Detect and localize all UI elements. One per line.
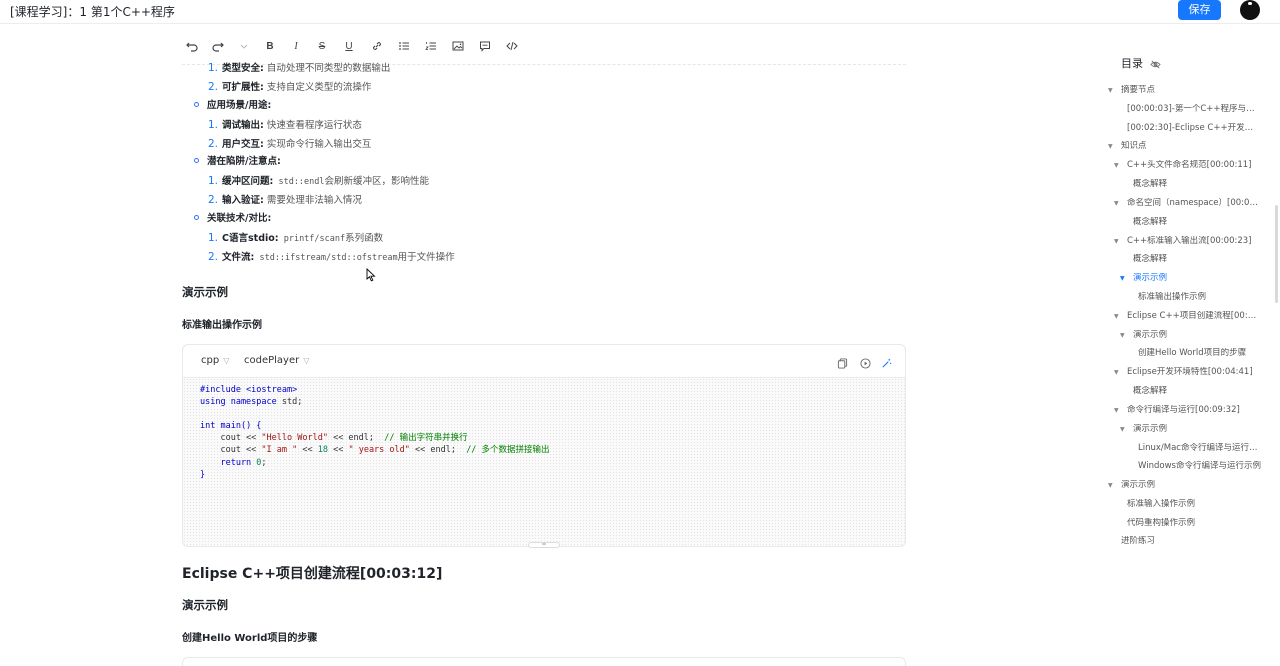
caret-down-icon[interactable]: ▼: [1114, 236, 1119, 247]
magic-icon[interactable]: [881, 354, 895, 368]
list-item: 2. 文件流: std::ifstream/std::ofstream用于文件操作: [208, 251, 455, 263]
top-bar: [课程学习]：1 第1个C++程序 保存: [0, 0, 1280, 24]
toc-item[interactable]: 概念解释: [1133, 217, 1263, 228]
code-block-header: cpp ▽ codePlayer ▽: [183, 345, 905, 378]
toc-item[interactable]: [00:02:30]-Eclipse C++开发环境…: [1127, 123, 1261, 134]
toc-item[interactable]: 知识点: [1121, 141, 1271, 152]
bullet-item: 关联技术/对比:: [194, 213, 271, 225]
code-icon[interactable]: [502, 36, 522, 56]
scrollbar[interactable]: [1275, 205, 1278, 303]
toc-item[interactable]: Linux/Mac命令行编译与运行…: [1138, 443, 1262, 454]
underline-icon[interactable]: U: [339, 36, 359, 56]
list-item: 1. 缓冲区问题: std::endl会刷新缓冲区，影响性能: [208, 175, 430, 187]
caret-down-icon[interactable]: ▼: [1114, 160, 1119, 171]
image-icon[interactable]: [448, 36, 468, 56]
ordered-list-icon[interactable]: [421, 36, 441, 56]
caret-down-icon[interactable]: ▼: [1114, 198, 1119, 209]
mouse-cursor-icon: [366, 268, 376, 282]
caret-down-icon[interactable]: ▼: [1114, 367, 1119, 378]
subsection-heading: 创建Hello World项目的步骤: [182, 633, 318, 644]
section-heading: Eclipse C++项目创建流程[00:03:12]: [182, 566, 443, 582]
toc-item[interactable]: 进阶练习: [1121, 536, 1271, 547]
toc-item[interactable]: 标准输出操作示例: [1138, 292, 1268, 303]
bullet-item: 潜在陷阱/注意点:: [194, 156, 281, 168]
list-item: 1. 类型安全: 自动处理不同类型的数据输出: [208, 62, 391, 74]
code-block[interactable]: [182, 657, 906, 666]
eye-off-icon[interactable]: [1150, 55, 1162, 69]
toc-item[interactable]: 概念解释: [1133, 386, 1263, 397]
chevron-down-icon: ▽: [303, 356, 310, 365]
toc-item[interactable]: Eclipse C++项目创建流程[00:03:…: [1127, 311, 1261, 322]
list-item: 2. 用户交互: 实现命令行输入输出交互: [208, 138, 372, 150]
list-item: 2. 输入验证: 需要处理非法输入情况: [208, 194, 362, 206]
list-item: 1. C语言stdio: printf/scanf系列函数: [208, 232, 384, 244]
language-select[interactable]: cpp ▽: [201, 355, 229, 366]
toc-item[interactable]: 标准输入操作示例: [1127, 499, 1261, 510]
page-title: [课程学习]：1 第1个C++程序: [10, 5, 175, 19]
toc-item[interactable]: 命名空间（namespace）[00:00:…: [1127, 198, 1261, 209]
caret-down-icon[interactable]: ▼: [1120, 424, 1125, 435]
list-item: 2. 可扩展性: 支持自定义类型的流操作: [208, 81, 372, 93]
caret-down-icon[interactable]: ▼: [1114, 311, 1119, 322]
editor-toolbar: B I S U: [182, 36, 906, 65]
toc-item[interactable]: Windows命令行编译与运行示例: [1138, 461, 1268, 472]
caret-down-icon[interactable]: ▼: [1114, 405, 1119, 416]
comment-icon[interactable]: [475, 36, 495, 56]
toc-item[interactable]: 概念解释: [1133, 254, 1263, 265]
caret-down-icon[interactable]: ▼: [1120, 330, 1125, 341]
toc-item[interactable]: 演示示例: [1133, 330, 1263, 341]
chevron-down-icon: ▽: [223, 356, 230, 365]
subsection-heading: 标准输出操作示例: [182, 320, 262, 331]
bullet-item: 应用场景/用途:: [194, 100, 271, 112]
bold-icon[interactable]: B: [260, 36, 280, 56]
caret-down-icon[interactable]: ▼: [1108, 480, 1113, 491]
list-item: 1. 调试输出: 快速查看程序运行状态: [208, 119, 362, 131]
toc-item[interactable]: 命令行编译与运行[00:09:32]: [1127, 405, 1267, 416]
caret-down-icon[interactable]: ▼: [1108, 141, 1113, 152]
link-icon[interactable]: [367, 36, 387, 56]
toc-item[interactable]: 代码重构操作示例: [1127, 518, 1261, 529]
code-block[interactable]: cpp ▽ codePlayer ▽ #include <iostream> usi…: [182, 344, 906, 548]
player-select[interactable]: codePlayer ▽: [244, 355, 309, 366]
toc-item[interactable]: 演示示例: [1121, 480, 1271, 491]
redo-icon[interactable]: [208, 36, 228, 56]
toc-item[interactable]: 创建Hello World项目的步骤: [1138, 348, 1268, 359]
bullet-list-icon[interactable]: [394, 36, 414, 56]
toc-item[interactable]: C++标准输入输出流[00:00:23]: [1127, 236, 1267, 247]
toc-item[interactable]: 摘要节点: [1121, 85, 1271, 96]
save-button[interactable]: 保存: [1178, 0, 1221, 20]
undo-icon[interactable]: [182, 36, 202, 56]
toc-title: 目录: [1121, 57, 1143, 70]
section-heading: 演示示例: [182, 598, 228, 612]
chevron-down-icon[interactable]: [234, 36, 254, 56]
resize-handle[interactable]: =: [528, 542, 560, 548]
copy-icon[interactable]: [837, 354, 851, 369]
run-icon[interactable]: [860, 354, 874, 369]
toc-item[interactable]: C++头文件命名规范[00:00:11]: [1127, 160, 1267, 171]
code-content[interactable]: #include <iostream> using namespace std;…: [200, 384, 550, 481]
caret-down-icon[interactable]: ▼: [1108, 85, 1113, 96]
toc-item[interactable]: [00:00:03]-第一个C++程序与基…: [1127, 104, 1261, 115]
avatar[interactable]: [1240, 0, 1260, 20]
toc-item[interactable]: Eclipse开发环境特性[00:04:41]: [1127, 367, 1267, 378]
caret-down-icon[interactable]: ▼: [1120, 273, 1125, 284]
strikethrough-icon[interactable]: S: [312, 36, 332, 56]
toc-item-active[interactable]: 演示示例: [1133, 273, 1263, 284]
toc-item[interactable]: 概念解释: [1133, 179, 1263, 190]
section-heading: 演示示例: [182, 285, 228, 299]
italic-icon[interactable]: I: [286, 36, 306, 56]
toc-item[interactable]: 演示示例: [1133, 424, 1263, 435]
